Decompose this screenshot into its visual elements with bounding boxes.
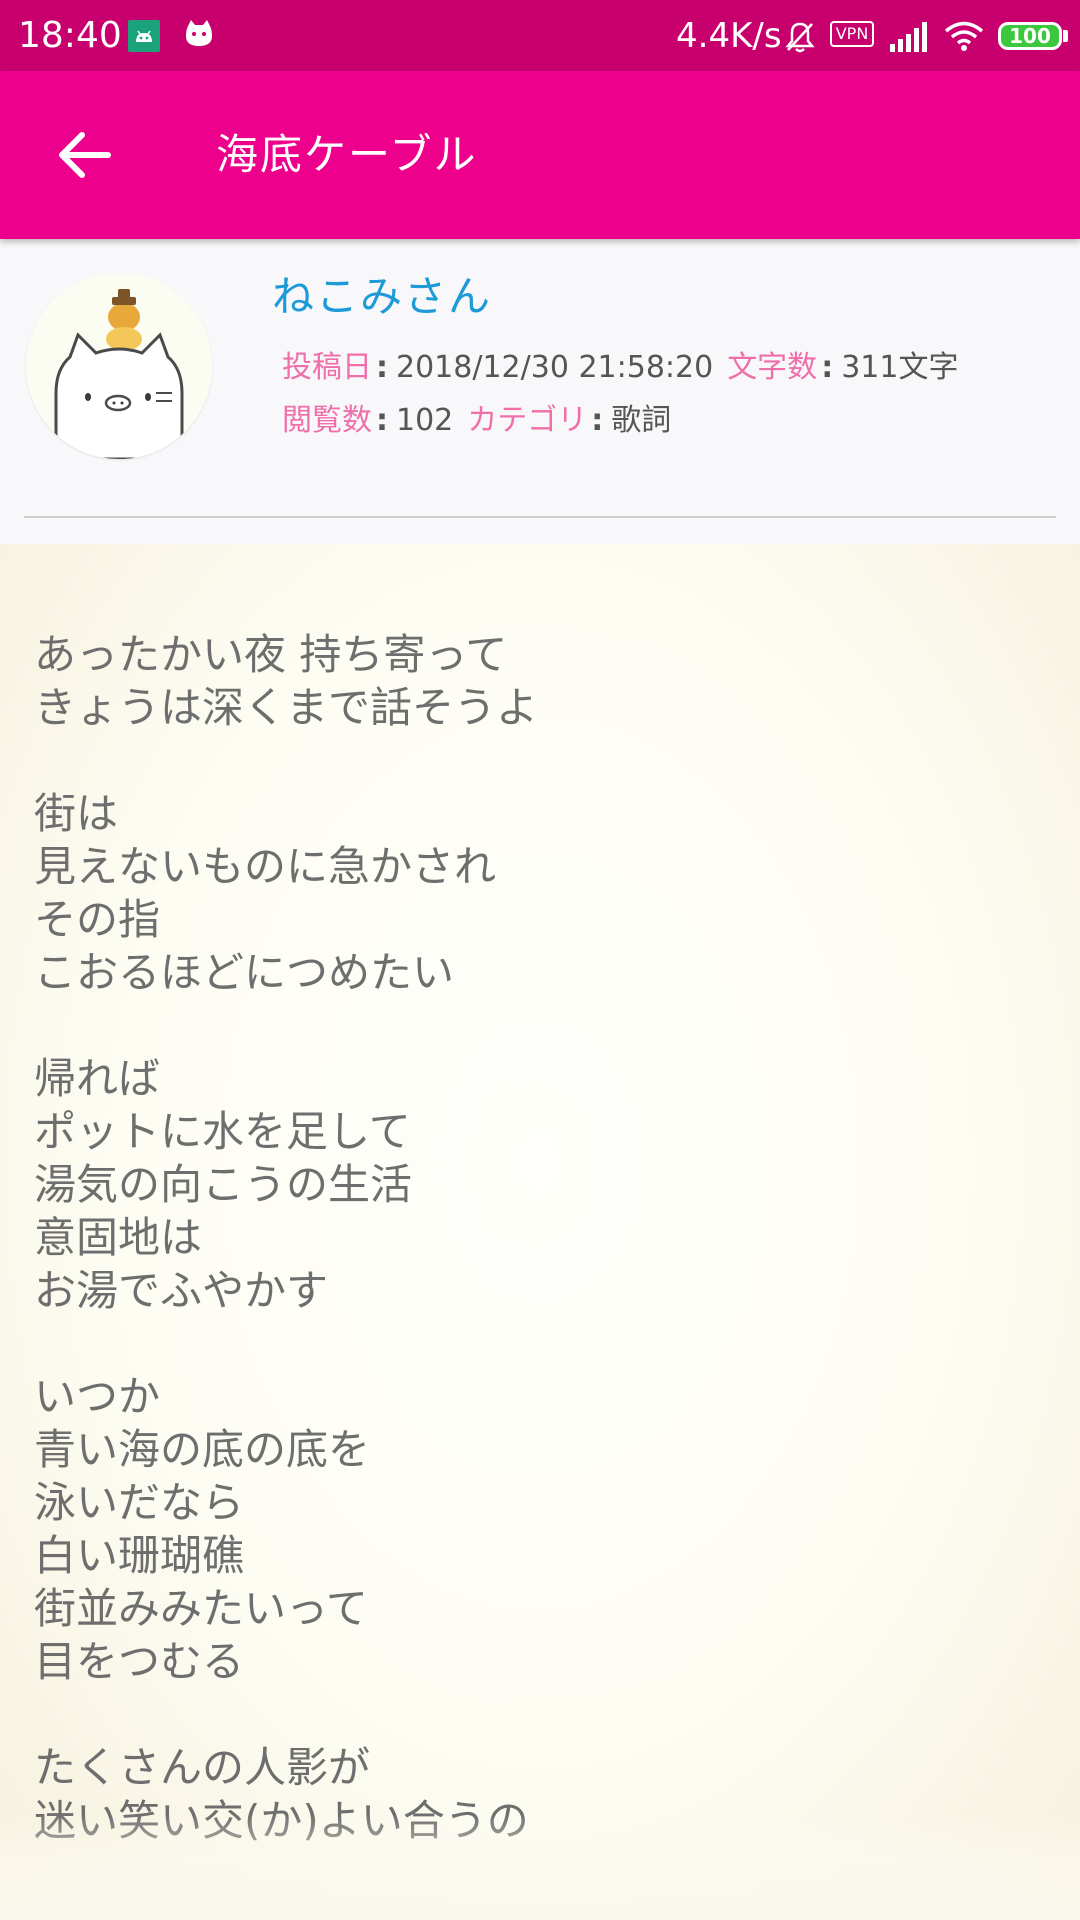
lyric-line: お湯でふやかす [34, 1266, 329, 1315]
page-title: 海底ケーブル [216, 130, 478, 179]
header-divider [24, 516, 1056, 518]
lyric-line: 見えないものに急かされ [34, 842, 497, 891]
wifi-icon [944, 21, 984, 51]
bell-muted-icon [785, 22, 815, 53]
battery-tip [1063, 30, 1068, 42]
meta-separator: : [376, 403, 388, 438]
meta-row-posted: 投稿日:2018/12/30 21:58:20 文字数:311文字 [282, 346, 958, 390]
lyric-line [34, 999, 1034, 1052]
chars-value: 311文字 [841, 350, 959, 385]
lyric-line [34, 1688, 1034, 1741]
category-label: カテゴリ [467, 403, 588, 438]
cat-avatar-icon [26, 273, 212, 459]
vpn-icon: VPN [830, 21, 874, 47]
status-time: 18:40 [18, 15, 122, 56]
lyric-line: 意固地は [34, 1213, 203, 1262]
vpn-label: VPN [835, 24, 869, 43]
network-speed: 4.4K/s [676, 16, 782, 56]
screen: 18:40 4.4K/s VPN 100 海底ケーブル ねこみさん 投稿日: … [0, 0, 1080, 1920]
signal-icon [890, 22, 927, 52]
app-bar: 海底ケーブル [0, 71, 1080, 239]
lyric-line: あったかい夜 持ち寄って [34, 630, 508, 679]
lyric-line: 帰れば [34, 1054, 161, 1103]
lyric-line: こおるほどにつめたい [34, 948, 455, 997]
meta-separator: : [376, 350, 388, 385]
lyric-line: 青い海の底の底を [34, 1425, 371, 1474]
cat-app-icon [186, 20, 212, 46]
lyric-line: いつか [34, 1372, 161, 1421]
lyric-line: きょうは深くまで話そうよ [34, 683, 539, 732]
views-label: 閲覧数 [282, 403, 372, 438]
battery-level: 100 [1009, 24, 1051, 48]
meta-row-views: 閲覧数:102 カテゴリ: 歌詞 [282, 399, 671, 443]
status-bar: 18:40 4.4K/s VPN 100 [0, 0, 1080, 71]
back-button[interactable] [44, 113, 128, 197]
views-value: 102 [396, 403, 454, 438]
lyric-line: その指 [34, 895, 161, 944]
lyric-line [34, 1317, 1034, 1370]
android-debug-icon [128, 20, 160, 52]
avatar[interactable] [26, 273, 212, 459]
category-value[interactable]: 歌詞 [611, 403, 671, 438]
post-body[interactable]: あったかい夜 持ち寄って きょうは深くまで話そうよ 街は 見えないものに急かされ… [0, 544, 1080, 1920]
lyric-line: 街並みみたいって [34, 1584, 368, 1633]
lyric-line: ポットに水を足して [34, 1107, 411, 1156]
arrow-left-icon [59, 132, 111, 178]
posted-value: 2018/12/30 21:58:20 [396, 350, 714, 385]
lyric-line [34, 734, 1034, 787]
meta-separator: : [591, 403, 604, 438]
lyric-line: 目をつむる [34, 1637, 245, 1686]
lyric-line: 泳いだなら [34, 1478, 245, 1527]
chars-label: 文字数 [727, 350, 818, 385]
posted-label: 投稿日 [282, 350, 372, 385]
lyric-line: 湯気の向こうの生活 [34, 1160, 413, 1209]
author-name[interactable]: ねこみさん [272, 269, 492, 325]
lyric-line: 迷い笑い交(か)よい合うの [34, 1796, 529, 1845]
post-header: ねこみさん 投稿日:2018/12/30 21:58:20 文字数:311文字 閲… [0, 239, 1080, 544]
battery-icon: 100 [998, 22, 1062, 50]
lyric-line: たくさんの人影が [34, 1743, 371, 1792]
meta-separator: : [821, 350, 834, 385]
lyric-line: 街は [34, 789, 119, 838]
lyric-line: 白い珊瑚礁 [34, 1531, 245, 1580]
lyrics-text: あったかい夜 持ち寄って きょうは深くまで話そうよ 街は 見えないものに急かされ… [34, 628, 1034, 1847]
